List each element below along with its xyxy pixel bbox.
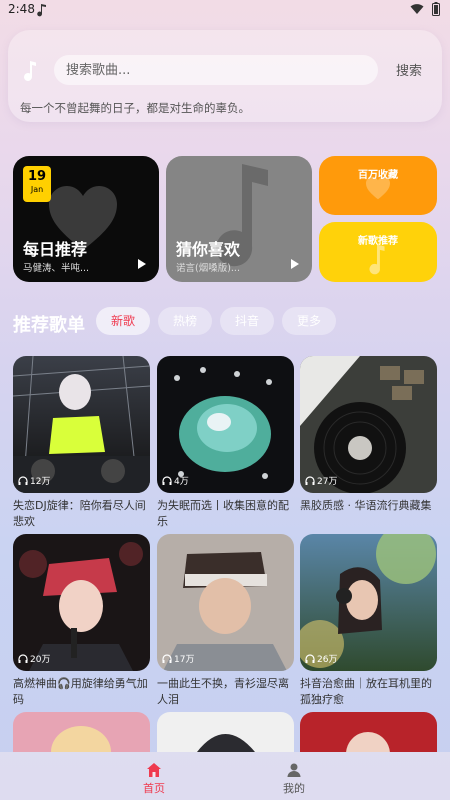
play-count-value: 26万	[317, 655, 338, 665]
playlist-cover[interactable]: 27万	[300, 356, 437, 493]
battery-icon	[432, 2, 440, 16]
playlist-cover-image	[157, 712, 294, 752]
motto-text: 每一个不曾起舞的日子，都是对生命的辜负。	[20, 101, 250, 115]
playlist-cover-image	[13, 534, 150, 671]
playlist-item[interactable]: 26万 抖音治愈曲｜放在耳机里的孤独疗愈	[300, 534, 437, 706]
tab-more[interactable]: 更多	[282, 307, 336, 335]
play-count-value: 12万	[30, 477, 51, 487]
new-songs-label: 新歌推荐	[358, 236, 398, 247]
music-note-icon	[369, 244, 385, 275]
play-count: 12万	[18, 474, 50, 487]
playlist-cover[interactable]: 4万	[157, 356, 294, 493]
playlist-cover-image	[300, 356, 437, 493]
play-count-value: 17万	[174, 655, 195, 665]
playlist-item[interactable]	[300, 712, 437, 752]
playlist-cover[interactable]	[300, 712, 437, 752]
search-box[interactable]	[54, 55, 378, 85]
nav-home-label: 首页	[143, 782, 165, 795]
music-note-icon	[37, 4, 46, 17]
date-month: Jan	[30, 185, 44, 194]
playlist-item[interactable]: 4万 为失眠而选丨收集困意的配乐	[157, 356, 294, 528]
playlist-cover-image	[300, 712, 437, 752]
user-icon	[287, 763, 301, 777]
play-count: 17万	[162, 652, 194, 665]
playlist-cover-image	[13, 356, 150, 493]
play-count: 26万	[305, 652, 337, 665]
nav-home[interactable]: 首页	[114, 752, 194, 800]
playlist-title: 抖音治愈曲｜放在耳机里的孤独疗愈	[300, 677, 432, 706]
guess-you-like-title: 猜你喜欢	[176, 240, 241, 259]
play-count-value: 4万	[174, 477, 189, 487]
play-count: 27万	[305, 474, 337, 487]
tab-new-songs[interactable]: 新歌	[96, 307, 150, 335]
headphone-icon	[305, 653, 315, 663]
play-count-value: 20万	[30, 655, 51, 665]
bottom-nav: 首页 我的	[0, 752, 450, 800]
playlist-item[interactable]	[13, 712, 150, 752]
daily-recommend-card[interactable]: 19 Jan 每日推荐 马健涛、半吨...	[13, 156, 159, 282]
headphone-icon	[18, 653, 28, 663]
home-icon	[147, 763, 161, 777]
play-count: 20万	[18, 652, 50, 665]
playlist-title: 黑胶质感 · 华语流行典藏集	[300, 499, 432, 512]
playlist-cover-image	[157, 534, 294, 671]
playlist-title: 一曲此生不换，青衫湿尽离人泪	[157, 677, 289, 706]
music-note-logo-icon	[24, 61, 36, 81]
playlist-cover-image	[300, 534, 437, 671]
daily-recommend-title: 每日推荐	[23, 240, 88, 259]
status-time: 2:48	[8, 2, 35, 16]
nav-mine[interactable]: 我的	[254, 752, 334, 800]
headphone-icon	[305, 475, 315, 485]
play-icon[interactable]	[290, 258, 300, 270]
million-collect-card[interactable]: 百万收藏	[319, 156, 437, 215]
date-badge: 19 Jan	[23, 166, 51, 202]
wifi-icon	[410, 4, 424, 14]
date-day: 19	[27, 169, 47, 184]
playlist-item[interactable]: 12万 失恋DJ旋律：陪你看尽人间悲欢	[13, 356, 150, 528]
playlist-title: 为失眠而选丨收集困意的配乐	[157, 499, 289, 528]
headphone-icon	[162, 653, 172, 663]
playlist-cover[interactable]: 12万	[13, 356, 150, 493]
play-icon[interactable]	[137, 258, 147, 270]
playlist-cover[interactable]	[13, 712, 150, 752]
playlist-cover-image	[157, 356, 294, 493]
recommended-playlists-title: 推荐歌单	[13, 315, 85, 336]
daily-recommend-subtitle: 马健涛、半吨...	[23, 263, 90, 274]
search-input[interactable]	[66, 55, 366, 85]
tab-hot-chart[interactable]: 热榜	[158, 307, 212, 335]
playlist-cover[interactable]: 17万	[157, 534, 294, 671]
nav-mine-label: 我的	[283, 782, 305, 795]
play-count-value: 27万	[317, 477, 338, 487]
playlist-cover-image	[13, 712, 150, 752]
guess-you-like-subtitle: 诺言(烟嗓版)...	[176, 263, 240, 274]
play-count: 4万	[162, 474, 189, 487]
million-collect-label: 百万收藏	[358, 170, 398, 181]
playlist-item[interactable]: 20万 高燃神曲🎧用旋律给勇气加码	[13, 534, 150, 706]
tab-douyin[interactable]: 抖音	[220, 307, 274, 335]
playlist-item[interactable]	[157, 712, 294, 752]
playlist-title: 高燃神曲🎧用旋律给勇气加码	[13, 677, 148, 706]
guess-you-like-card[interactable]: 猜你喜欢 诺言(烟嗓版)...	[166, 156, 312, 282]
headphone-icon	[18, 475, 28, 485]
headphone-icon	[162, 475, 172, 485]
search-button[interactable]: 搜索	[396, 60, 422, 79]
playlist-item[interactable]: 17万 一曲此生不换，青衫湿尽离人泪	[157, 534, 294, 706]
playlist-title: 失恋DJ旋律：陪你看尽人间悲欢	[13, 499, 146, 528]
playlist-cover[interactable]: 20万	[13, 534, 150, 671]
playlist-item[interactable]: 27万 黑胶质感 · 华语流行典藏集	[300, 356, 437, 528]
playlist-cover[interactable]: 26万	[300, 534, 437, 671]
new-songs-card[interactable]: 新歌推荐	[319, 222, 437, 282]
status-bar: 2:48	[0, 0, 450, 20]
playlist-cover[interactable]	[157, 712, 294, 752]
search-card: 搜索 每一个不曾起舞的日子，都是对生命的辜负。	[8, 30, 442, 122]
